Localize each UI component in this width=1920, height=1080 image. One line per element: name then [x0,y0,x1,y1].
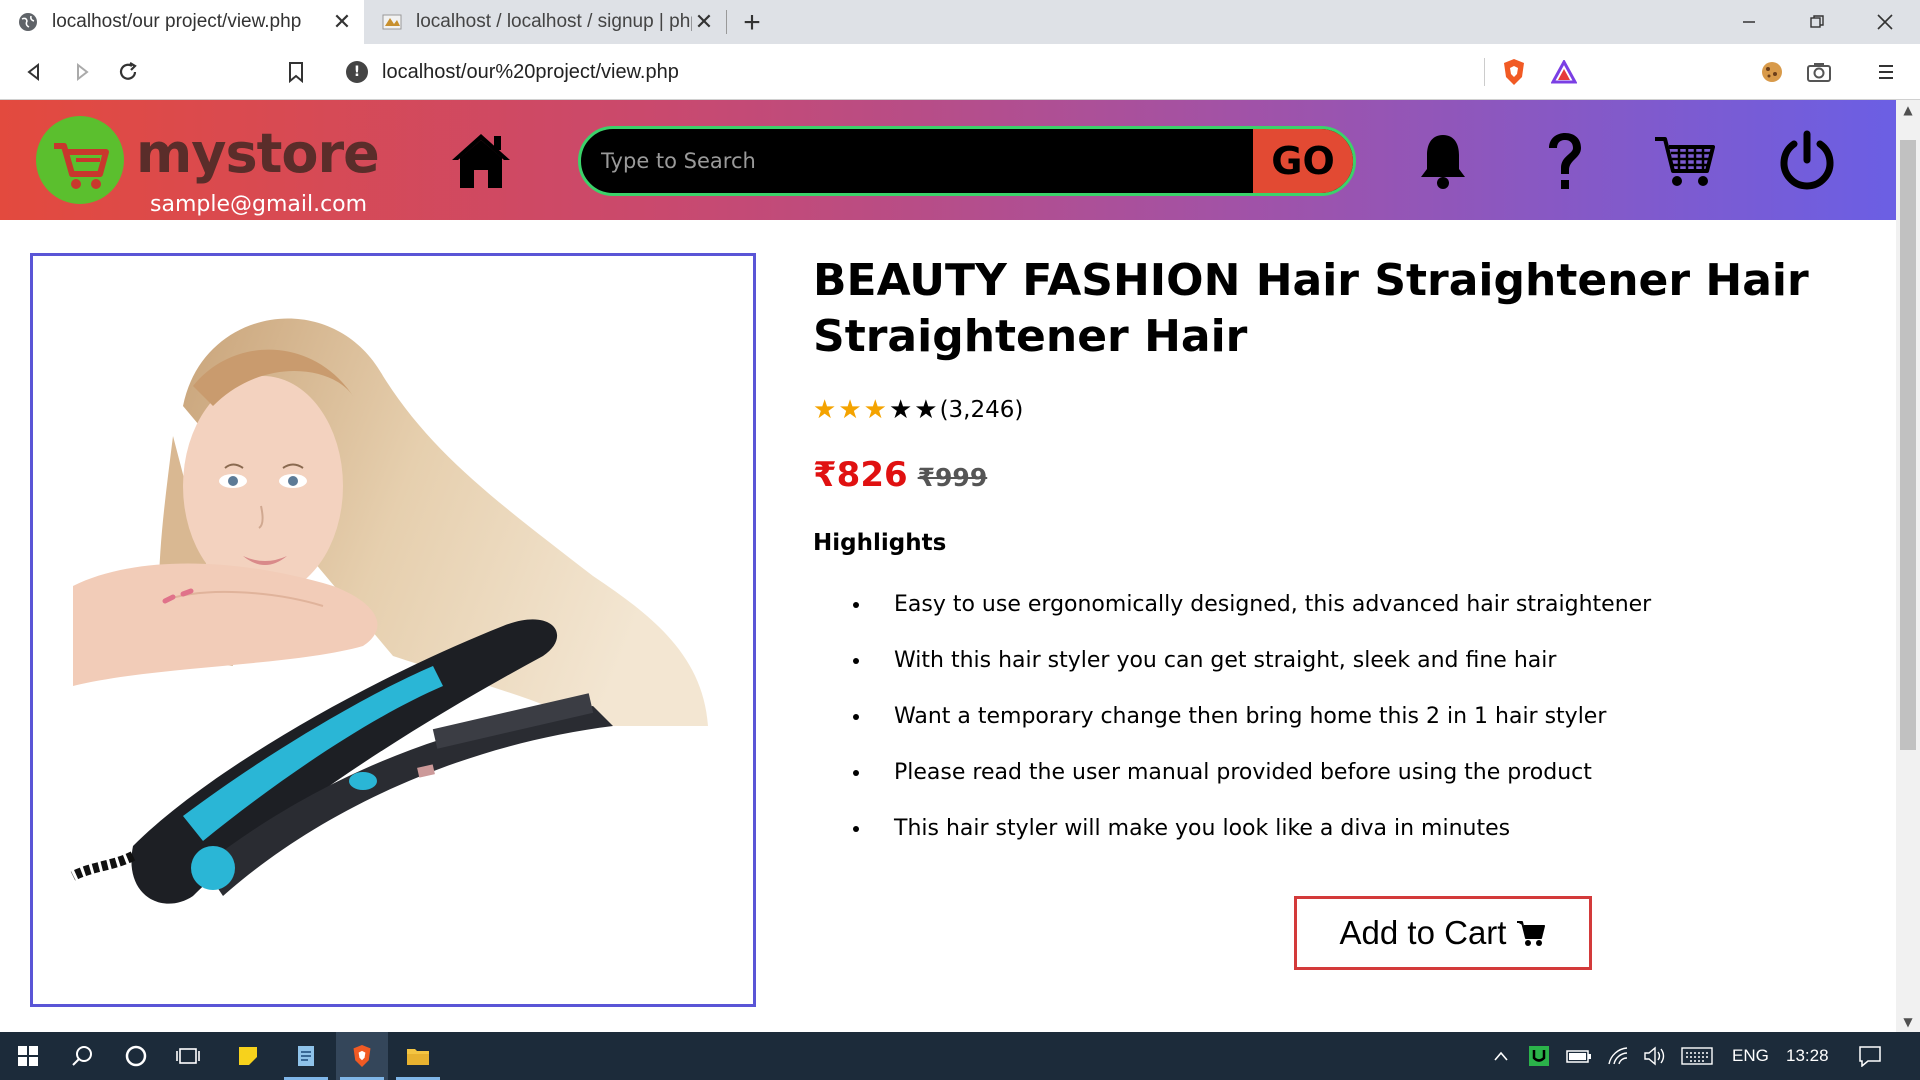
browser-tab[interactable]: localhost / localhost / signup | php ✕ [364,0,726,44]
url-text: localhost/our%20project/view.php [382,60,679,83]
new-tab-button[interactable]: + [735,6,769,40]
brave-shield-icon[interactable] [1498,56,1530,88]
sticky-notes-icon[interactable] [222,1032,274,1080]
tab-title: localhost/our project/view.php [52,11,302,32]
globe-icon [18,12,38,32]
screenshot-extension-icon[interactable] [1803,56,1835,88]
bookmark-icon[interactable] [280,56,312,88]
input-language[interactable]: ENG [1732,1032,1769,1080]
reload-button[interactable] [112,56,144,88]
phpmyadmin-icon [382,12,402,32]
wifi-icon[interactable] [1600,1032,1638,1080]
highlights-list: Easy to use ergonomically designed, this… [850,585,1651,865]
help-icon[interactable] [1530,126,1600,196]
notepad-icon[interactable] [280,1032,332,1080]
task-view-icon[interactable] [162,1032,214,1080]
product-title: BEAUTY FASHION Hair Straightener Hair St… [813,255,1809,362]
tab-close-icon[interactable]: ✕ [330,9,354,34]
product-image-frame [30,253,756,1007]
original-price: ₹999 [917,463,988,492]
logo-text[interactable]: mystore [136,122,380,185]
highlights-heading: Highlights [813,530,947,556]
tab-close-icon[interactable]: ✕ [692,9,716,34]
star-empty-icon: ★ [888,395,913,425]
star-filled-icon: ★ [863,395,887,425]
product-rating: ★ ★ ★ ★ ★ (3,246) [813,397,1023,423]
bell-icon[interactable] [1408,126,1478,196]
tab-divider [726,10,727,34]
address-bar[interactable]: ! localhost/our%20project/view.php [330,51,1592,93]
rating-count: (3,246) [939,397,1024,423]
keyboard-icon[interactable] [1674,1032,1720,1080]
browser-tab-active[interactable]: localhost/our project/view.php ✕ [0,0,364,44]
search-bar: GO [578,126,1356,196]
home-icon[interactable] [446,126,516,196]
add-to-cart-button[interactable]: Add to Cart [1294,896,1592,970]
search-input[interactable] [601,129,1301,193]
menu-icon[interactable] [1870,56,1902,88]
scroll-up-arrow[interactable]: ▲ [1896,100,1920,120]
site-header: mystore sample@gmail.com GO [0,100,1896,220]
windows-start-icon[interactable] [2,1032,54,1080]
url-divider [1484,58,1485,86]
page-scrollbar[interactable]: ▲ ▼ [1896,100,1920,1032]
power-icon[interactable] [1772,126,1842,196]
highlight-item: Please read the user manual provided bef… [872,753,1651,809]
star-filled-icon: ★ [838,395,862,425]
site-info-icon[interactable]: ! [346,61,368,83]
star-empty-icon: ★ [914,395,938,425]
highlight-item: With this hair styler you can get straig… [872,641,1651,697]
volume-icon[interactable] [1636,1032,1674,1080]
highlight-item: This hair styler will make you look like… [872,809,1651,865]
scroll-down-arrow[interactable]: ▼ [1896,1012,1920,1032]
back-button[interactable] [18,56,50,88]
cart-icon[interactable] [1650,126,1720,196]
cortana-icon[interactable] [110,1032,162,1080]
tray-app-icon[interactable] [1520,1032,1558,1080]
search-icon[interactable] [56,1032,108,1080]
add-to-cart-label: Add to Cart [1339,914,1507,951]
cookie-extension-icon[interactable] [1756,56,1788,88]
file-explorer-icon[interactable] [392,1032,444,1080]
star-filled-icon: ★ [813,395,837,425]
highlight-item: Easy to use ergonomically designed, this… [872,585,1651,641]
chevron-up-icon[interactable] [1484,1032,1518,1080]
product-price: ₹826 ₹999 [813,455,987,495]
taskbar: ENG 13:28 [0,1032,1920,1080]
restore-button[interactable] [1784,0,1850,44]
brave-browser-taskbar-icon[interactable] [336,1032,388,1080]
battery-icon[interactable] [1560,1032,1598,1080]
minimize-button[interactable] [1716,0,1782,44]
browser-toolbar: ! localhost/our%20project/view.php [0,44,1920,100]
forward-button[interactable] [66,56,98,88]
tab-title: localhost / localhost / signup | php [416,11,692,32]
logo-cart-icon[interactable] [36,116,124,204]
clock[interactable]: 13:28 [1786,1032,1829,1080]
close-window-button[interactable] [1852,0,1918,44]
product-image [70,318,708,904]
current-price: ₹826 [813,455,908,495]
browser-tabstrip: localhost/our project/view.php ✕ localho… [0,0,1920,44]
highlight-item: Want a temporary change then bring home … [872,697,1651,753]
user-email: sample@gmail.com [150,192,368,217]
search-go-button[interactable]: GO [1253,129,1353,193]
scrollbar-thumb[interactable] [1900,140,1916,750]
cart-icon [1516,919,1546,947]
notifications-icon[interactable] [1846,1032,1894,1080]
brave-rewards-icon[interactable] [1548,56,1580,88]
